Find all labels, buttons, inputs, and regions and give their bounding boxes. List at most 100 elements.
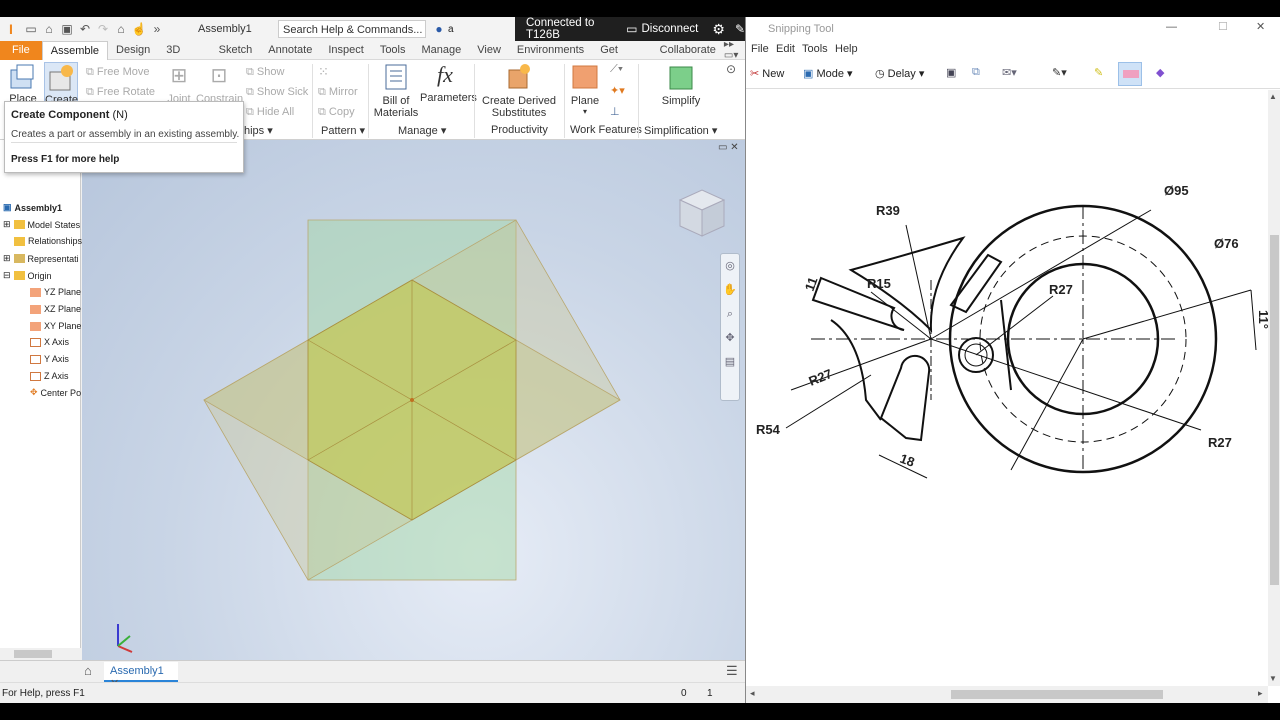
tab-assembly1[interactable]: Assembly1 ✕ bbox=[104, 662, 178, 690]
tab-3d-model[interactable]: 3D Model bbox=[158, 41, 210, 75]
tab-tools[interactable]: Tools bbox=[372, 41, 414, 60]
search-input[interactable]: Search Help & Commands... bbox=[278, 20, 426, 38]
tab-inspect[interactable]: Inspect bbox=[320, 41, 371, 60]
pan-icon[interactable]: ✋ bbox=[721, 278, 739, 302]
group-simplification[interactable]: Simplification ▾ bbox=[644, 124, 717, 137]
eraser-icon[interactable] bbox=[1118, 62, 1142, 86]
horizontal-scrollbar[interactable]: ◂ ▸ bbox=[746, 686, 1268, 703]
tree-item-y-axis[interactable]: Y Axis bbox=[30, 354, 69, 364]
horizontal-scroll-thumb[interactable] bbox=[951, 690, 1163, 699]
pen-icon[interactable]: ✎▾ bbox=[1052, 66, 1067, 79]
undo-icon[interactable]: ↶ bbox=[76, 20, 94, 38]
tab-design[interactable]: Design bbox=[108, 41, 158, 60]
tab-view[interactable]: View bbox=[469, 41, 509, 60]
plane-button[interactable]: Plane ▾ bbox=[568, 62, 602, 116]
tab-environments[interactable]: Environments bbox=[509, 41, 592, 60]
menu-tools[interactable]: Tools bbox=[802, 43, 828, 55]
save-icon[interactable]: ▣ bbox=[58, 20, 76, 38]
navigation-bar[interactable]: ◎ ✋ ⌕ ✥ ▤ bbox=[720, 253, 740, 401]
mirror-button[interactable]: ⧉ Mirror bbox=[318, 86, 358, 99]
parameters-button[interactable]: fx Parameters bbox=[420, 62, 477, 104]
new-snip-button[interactable]: ✂ New bbox=[750, 67, 784, 80]
select-icon[interactable]: ☝ bbox=[130, 20, 148, 38]
look-at-icon[interactable]: ▤ bbox=[721, 350, 739, 374]
tabs-menu-icon[interactable]: ☰ bbox=[726, 663, 738, 679]
show-sick-button[interactable]: ⧉ Show Sick bbox=[246, 86, 308, 99]
group-manage[interactable]: Manage ▾ bbox=[398, 124, 446, 137]
redo-icon[interactable]: ↷ bbox=[94, 20, 112, 38]
group-relationships[interactable]: hips ▾ bbox=[244, 124, 273, 137]
mode-button[interactable]: ▣ Mode ▾ bbox=[803, 67, 853, 80]
tree-item-representations[interactable]: ⊞ Representati bbox=[3, 253, 79, 264]
tree-item-center-point[interactable]: ✥ Center Po bbox=[30, 387, 81, 398]
more-icon[interactable]: » bbox=[148, 20, 166, 38]
close-button[interactable]: ✕ bbox=[1256, 20, 1265, 33]
tab-get-started[interactable]: Get Started bbox=[592, 41, 651, 75]
copy-snip-icon[interactable]: ⧉ bbox=[972, 66, 980, 79]
minimize-button[interactable]: — bbox=[1166, 21, 1177, 33]
save-snip-icon[interactable]: ▣ bbox=[946, 66, 956, 79]
viewport-window-controls[interactable]: ▭ ✕ bbox=[718, 142, 739, 153]
send-snip-icon[interactable]: ✉▾ bbox=[1002, 66, 1017, 79]
tree-item-z-axis[interactable]: Z Axis bbox=[30, 371, 69, 381]
tree-item-x-axis[interactable]: X Axis bbox=[30, 337, 69, 347]
place-button[interactable]: Place bbox=[6, 62, 40, 105]
tree-item-origin[interactable]: ⊟ Origin bbox=[3, 270, 52, 281]
open-icon[interactable]: ⌂ bbox=[40, 20, 58, 38]
menu-help[interactable]: Help bbox=[835, 43, 858, 55]
vertical-scroll-thumb[interactable] bbox=[1270, 235, 1279, 585]
free-rotate-button[interactable]: ⧉ Free Rotate bbox=[86, 86, 155, 99]
more-tabs-icon[interactable]: ▸▸ ▭▾ bbox=[724, 39, 745, 61]
create-button[interactable]: Create bbox=[44, 62, 78, 106]
tree-item-xz-plane[interactable]: XZ Plane bbox=[30, 304, 81, 314]
home-tab-icon[interactable]: ⌂ bbox=[84, 663, 92, 678]
tab-collaborate[interactable]: Collaborate bbox=[652, 41, 724, 60]
new-icon[interactable]: ▭ bbox=[22, 20, 40, 38]
tab-annotate[interactable]: Annotate bbox=[260, 41, 320, 60]
free-move-button[interactable]: ⧉ Free Move bbox=[86, 66, 150, 79]
tab-assemble[interactable]: Assemble bbox=[41, 40, 109, 60]
hide-all-button[interactable]: ⧉ Hide All bbox=[246, 106, 294, 119]
bill-of-materials-button[interactable]: Bill of Materials bbox=[372, 62, 420, 119]
copy-button[interactable]: ⧉ Copy bbox=[318, 106, 355, 119]
constrain-button[interactable]: ⊡ Constrain bbox=[196, 63, 243, 105]
group-pattern[interactable]: Pattern ▾ bbox=[321, 124, 365, 137]
disconnect-button[interactable]: Disconnect bbox=[641, 23, 698, 35]
tree-item-model-states[interactable]: ⊞ Model States bbox=[3, 219, 80, 230]
delay-button[interactable]: ◷ Delay ▾ bbox=[875, 67, 924, 80]
menu-edit[interactable]: Edit bbox=[776, 43, 795, 55]
zoom-icon[interactable]: ⌕ bbox=[721, 302, 739, 326]
joint-button[interactable]: ⊞ Joint bbox=[164, 63, 194, 105]
show-button[interactable]: ⧉ Show bbox=[246, 66, 284, 79]
menu-file[interactable]: File bbox=[751, 43, 769, 55]
pin-icon[interactable]: ✎ bbox=[735, 22, 745, 36]
vertical-scrollbar[interactable]: ▲ ▼ bbox=[1268, 90, 1280, 686]
tree-item-xy-plane[interactable]: XY Plane bbox=[30, 321, 81, 331]
ribbon-collapse-icon[interactable]: ⊙ bbox=[726, 62, 736, 76]
home-icon[interactable]: ⌂ bbox=[112, 20, 130, 38]
maximize-button[interactable]: ☐ bbox=[1218, 20, 1228, 33]
ucs-icon[interactable]: ⊥ bbox=[610, 105, 620, 118]
simplify-button[interactable]: Simplify bbox=[658, 62, 704, 107]
point-icon[interactable]: ✦▾ bbox=[610, 84, 625, 97]
browser-scrollbar[interactable] bbox=[0, 648, 81, 660]
tab-sketch[interactable]: Sketch bbox=[211, 41, 261, 60]
tree-root[interactable]: ▣ Assembly1 bbox=[3, 202, 62, 213]
steering-wheel-icon[interactable]: ◎ bbox=[721, 254, 739, 278]
disconnect-icon[interactable]: ▭ bbox=[626, 22, 637, 36]
pattern-icon[interactable]: ⁙ bbox=[318, 64, 329, 80]
view-cube[interactable] bbox=[672, 186, 732, 246]
graphics-viewport[interactable]: ◎ ✋ ⌕ ✥ ▤ ▭ ✕ bbox=[82, 140, 745, 660]
tab-manage[interactable]: Manage bbox=[414, 41, 470, 60]
axis-icon[interactable]: ⟋▾ bbox=[610, 63, 623, 76]
highlighter-icon[interactable]: ✎ bbox=[1094, 66, 1103, 79]
user-icon[interactable]: ● bbox=[430, 20, 448, 38]
inventor-logo-icon[interactable]: I bbox=[0, 20, 22, 38]
tab-file[interactable]: File bbox=[0, 40, 42, 60]
create-derived-button[interactable]: Create Derived Substitutes bbox=[478, 62, 560, 119]
orbit-icon[interactable]: ✥ bbox=[721, 326, 739, 350]
settings-icon[interactable]: ⚙ bbox=[712, 21, 725, 38]
tree-item-relationships[interactable]: Relationships bbox=[14, 236, 82, 246]
paint3d-icon[interactable]: ◆ bbox=[1156, 66, 1164, 79]
tree-item-yz-plane[interactable]: YZ Plane bbox=[30, 287, 81, 297]
